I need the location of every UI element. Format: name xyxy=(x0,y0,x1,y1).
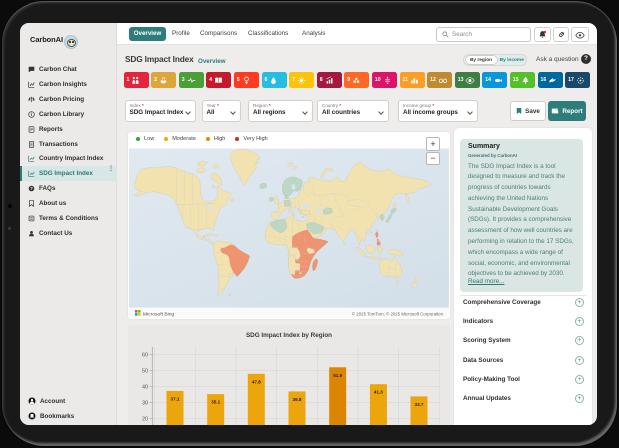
svg-text:37.1: 37.1 xyxy=(171,396,180,401)
svg-text:© 2025 TomTom, © 2025 Microsof: © 2025 TomTom, © 2025 Microsoft Corporat… xyxy=(352,311,444,316)
svg-text:Microsoft Bing: Microsoft Bing xyxy=(143,311,175,317)
svg-text:?: ? xyxy=(30,186,33,191)
svg-text:60: 60 xyxy=(142,352,148,358)
svg-text:40: 40 xyxy=(142,384,148,390)
svg-text:41.3: 41.3 xyxy=(374,390,383,395)
svg-text:36.8: 36.8 xyxy=(293,397,302,402)
svg-text:30: 30 xyxy=(142,400,148,406)
svg-text:50: 50 xyxy=(142,368,148,374)
svg-text:35.1: 35.1 xyxy=(211,400,220,405)
svg-text:20: 20 xyxy=(142,416,148,422)
svg-text:47.8: 47.8 xyxy=(252,379,261,384)
svg-text:33.7: 33.7 xyxy=(415,402,424,407)
svg-text:51.9: 51.9 xyxy=(333,373,342,378)
